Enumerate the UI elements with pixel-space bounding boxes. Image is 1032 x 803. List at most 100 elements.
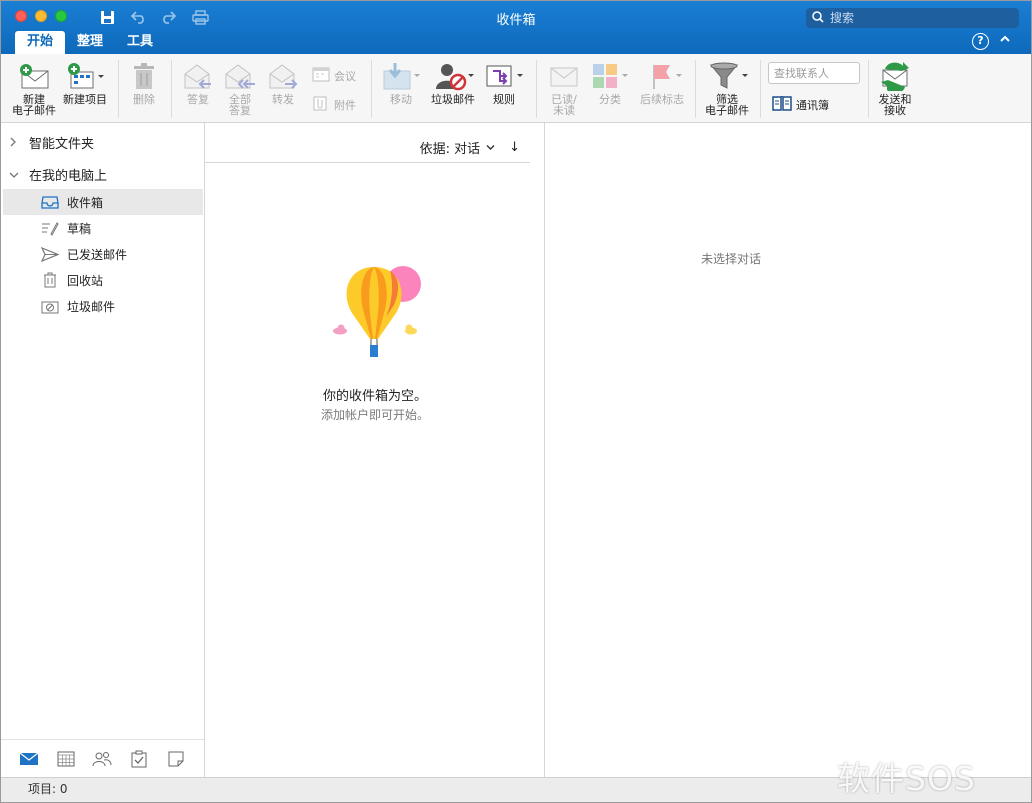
reply-icon bbox=[177, 58, 219, 94]
read-unread-icon bbox=[543, 58, 585, 94]
on-my-computer-group[interactable]: 在我的电脑上 bbox=[9, 165, 107, 184]
undo-icon[interactable] bbox=[129, 7, 149, 27]
folder-sidebar: 智能文件夹 在我的电脑上 收件箱 草稿 已发送邮件 回收站 垃圾邮件 bbox=[1, 123, 205, 777]
sort-label: 依据: 对话 bbox=[419, 142, 481, 157]
categorize-label: 分类 bbox=[599, 93, 621, 106]
no-selection-message: 未选择对话 bbox=[700, 252, 761, 266]
new-item-button[interactable]: 新建项目 bbox=[59, 58, 111, 105]
sent-icon bbox=[41, 246, 59, 262]
send-receive-icon bbox=[873, 58, 917, 94]
folder-label: 收件箱 bbox=[67, 195, 104, 210]
search-icon bbox=[812, 10, 824, 26]
ribbon-divider bbox=[868, 60, 869, 118]
minimize-window-button[interactable] bbox=[35, 10, 47, 22]
rules-button[interactable]: 规则 bbox=[482, 58, 526, 105]
new-email-label: 新建 电子邮件 bbox=[12, 93, 56, 117]
folder-junk[interactable]: 垃圾邮件 bbox=[3, 293, 203, 319]
move-icon bbox=[378, 58, 424, 94]
filter-email-button[interactable]: 筛选 电子邮件 bbox=[701, 58, 753, 116]
move-label: 移动 bbox=[390, 93, 412, 106]
close-window-button[interactable] bbox=[15, 10, 27, 22]
categorize-button[interactable]: 分类 bbox=[589, 58, 631, 105]
delete-button[interactable]: 删除 bbox=[123, 58, 165, 105]
forward-button[interactable]: 转发 bbox=[262, 58, 304, 105]
collapse-ribbon-icon[interactable] bbox=[999, 32, 1011, 48]
tab-organize[interactable]: 整理 bbox=[65, 31, 115, 54]
inbox-icon bbox=[41, 194, 59, 210]
reply-all-button[interactable]: 全部 答复 bbox=[219, 58, 261, 116]
delete-icon bbox=[123, 58, 165, 94]
title-bar: 收件箱 开始 整理 工具 ? bbox=[1, 1, 1031, 54]
forward-label: 转发 bbox=[272, 93, 294, 106]
chevron-down-icon bbox=[486, 140, 495, 155]
filter-icon bbox=[701, 58, 753, 94]
new-email-icon bbox=[9, 58, 59, 94]
zoom-window-button[interactable] bbox=[55, 10, 67, 22]
meeting-label: 会议 bbox=[334, 69, 356, 83]
categorize-icon bbox=[589, 58, 631, 94]
ribbon-divider bbox=[760, 60, 761, 118]
address-book-icon bbox=[772, 95, 792, 114]
module-switcher bbox=[1, 739, 204, 777]
folder-trash[interactable]: 回收站 bbox=[3, 267, 203, 293]
new-email-button[interactable]: 新建 电子邮件 bbox=[9, 58, 59, 116]
search-input[interactable] bbox=[830, 11, 1000, 25]
address-book-button[interactable]: 通讯簿 bbox=[772, 95, 829, 114]
find-contact-input[interactable] bbox=[768, 62, 860, 84]
read-unread-button[interactable]: 已读/ 未读 bbox=[543, 58, 585, 116]
people-icon[interactable] bbox=[91, 748, 113, 770]
follow-up-label: 后续标志 bbox=[640, 93, 684, 106]
chevron-down-icon bbox=[9, 168, 19, 182]
reply-button[interactable]: 答复 bbox=[177, 58, 219, 105]
reply-all-icon bbox=[219, 58, 261, 94]
delete-label: 删除 bbox=[133, 93, 155, 106]
ribbon-divider bbox=[171, 60, 172, 118]
folder-label: 草稿 bbox=[67, 221, 92, 236]
sort-by-dropdown[interactable]: 依据: 对话 bbox=[420, 138, 496, 157]
rules-label: 规则 bbox=[493, 93, 515, 106]
junk-mail-icon bbox=[427, 58, 479, 94]
reply-all-label: 全部 答复 bbox=[229, 93, 251, 117]
outlook-window: 收件箱 开始 整理 工具 ? 新建 电子邮件 bbox=[0, 0, 1032, 803]
ribbon: 新建 电子邮件 新建项目 删除 答复 全部 答复 转发 会议 附件 移动 垃圾邮… bbox=[1, 54, 1031, 123]
follow-up-button[interactable]: 后续标志 bbox=[635, 58, 689, 105]
filter-email-label: 筛选 电子邮件 bbox=[705, 93, 749, 117]
drafts-icon bbox=[41, 220, 59, 236]
empty-inbox-subtitle: 添加帐户即可开始。 bbox=[320, 408, 429, 422]
help-icon[interactable]: ? bbox=[972, 33, 989, 50]
folder-drafts[interactable]: 草稿 bbox=[3, 215, 203, 241]
sort-bar: 依据: 对话 ↓ bbox=[205, 133, 530, 163]
balloon-illustration bbox=[330, 263, 425, 363]
message-list: 依据: 对话 ↓ 你的收件箱为空。 添加帐户即可开始。 bbox=[205, 123, 545, 777]
tasks-icon[interactable] bbox=[128, 748, 150, 770]
reply-label: 答复 bbox=[187, 93, 209, 106]
print-icon[interactable] bbox=[190, 7, 210, 27]
new-item-icon bbox=[59, 58, 111, 94]
junk-button[interactable]: 垃圾邮件 bbox=[427, 58, 479, 105]
redo-icon[interactable] bbox=[158, 7, 178, 27]
notes-icon[interactable] bbox=[165, 748, 187, 770]
ribbon-divider bbox=[118, 60, 119, 118]
on-my-computer-label: 在我的电脑上 bbox=[29, 169, 108, 184]
send-receive-button[interactable]: 发送和 接收 bbox=[873, 58, 917, 116]
watermark-logo: 软件SOS bbox=[837, 759, 976, 798]
forward-icon bbox=[262, 58, 304, 94]
search-box[interactable] bbox=[806, 8, 1019, 28]
junk-label: 垃圾邮件 bbox=[431, 93, 475, 106]
attachment-button[interactable]: 附件 bbox=[312, 95, 356, 114]
sort-direction-button[interactable]: ↓ bbox=[509, 140, 520, 155]
save-icon[interactable] bbox=[97, 7, 117, 27]
meeting-button[interactable]: 会议 bbox=[312, 66, 356, 85]
folder-inbox[interactable]: 收件箱 bbox=[3, 189, 203, 215]
mail-icon[interactable] bbox=[18, 748, 40, 770]
ribbon-tabs: 开始 整理 工具 bbox=[15, 31, 165, 54]
folder-label: 已发送邮件 bbox=[67, 247, 128, 262]
folder-sent[interactable]: 已发送邮件 bbox=[3, 241, 203, 267]
move-button[interactable]: 移动 bbox=[378, 58, 424, 105]
calendar-icon[interactable] bbox=[55, 748, 77, 770]
tab-tools[interactable]: 工具 bbox=[115, 31, 165, 54]
tab-home[interactable]: 开始 bbox=[15, 31, 66, 54]
new-item-label: 新建项目 bbox=[63, 93, 107, 106]
smart-folders-group[interactable]: 智能文件夹 bbox=[9, 133, 94, 152]
address-book-label: 通讯簿 bbox=[796, 98, 829, 112]
